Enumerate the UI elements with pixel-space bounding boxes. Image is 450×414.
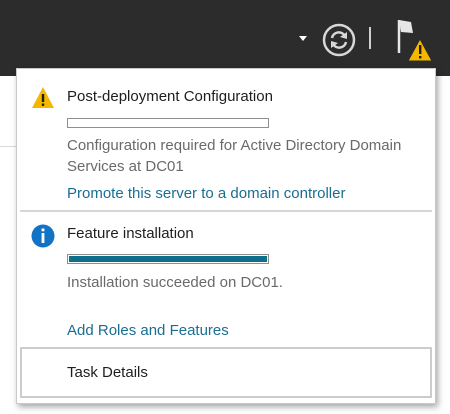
refresh-button[interactable] (322, 23, 356, 57)
refresh-icon (322, 23, 356, 57)
server-manager-header (0, 0, 450, 76)
background-divider (0, 146, 16, 147)
progress-bar (67, 254, 269, 264)
notification-message: Configuration required for Active Direct… (67, 137, 402, 175)
info-icon (31, 224, 55, 248)
notification-message: Installation succeeded on DC01. (67, 274, 283, 291)
divider (20, 210, 432, 212)
notification-title: Feature installation (67, 225, 194, 242)
background-page (0, 76, 16, 414)
promote-domain-controller-link[interactable]: Promote this server to a domain controll… (67, 185, 345, 202)
task-details-label: Task Details (67, 364, 148, 381)
progress-fill (69, 256, 267, 262)
chevron-down-icon[interactable] (299, 36, 307, 41)
notifications-popup: Post-deployment Configuration Configurat… (16, 68, 436, 404)
warning-icon (31, 86, 55, 110)
flag-warning-icon (397, 20, 433, 62)
notification-title: Post-deployment Configuration (67, 88, 273, 105)
task-details-button[interactable]: Task Details (20, 347, 432, 398)
progress-bar (67, 118, 269, 128)
toolbar-separator (369, 27, 371, 49)
notifications-flag-button[interactable] (392, 17, 436, 65)
add-roles-and-features-link[interactable]: Add Roles and Features (67, 322, 229, 339)
